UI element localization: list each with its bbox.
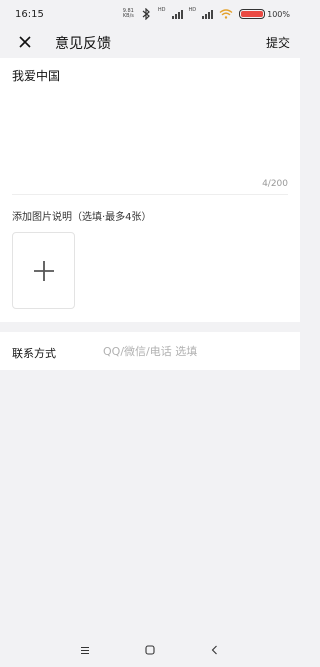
system-nav-bar [0,633,300,667]
signal-icon-1 [171,9,183,19]
home-button[interactable] [141,641,159,659]
square-icon [145,645,155,655]
bluetooth-icon [142,8,150,20]
add-image-button[interactable] [12,232,75,309]
status-time: 16:15 [15,8,44,20]
menu-button[interactable] [76,641,94,659]
wifi-icon [219,9,233,19]
status-bar: 16:15 9.81 KB/s HD HD 100% [0,0,300,28]
back-button[interactable] [206,641,224,659]
char-counter: 4/200 [262,179,288,189]
submit-button[interactable]: 提交 [266,34,290,51]
hd-label-2: HD [188,7,197,13]
contact-label: 联系方式 [12,347,56,360]
battery-icon [239,9,266,19]
page-title: 意见反馈 [55,36,111,52]
network-speed: 9.81 KB/s [122,8,134,19]
menu-icon [81,646,89,654]
back-icon [211,645,217,655]
close-icon [19,36,31,48]
plus-icon [33,260,54,281]
status-icons: 9.81 KB/s HD HD 100% [122,7,290,20]
battery-percent: 100% [267,9,290,19]
close-button[interactable] [14,31,36,53]
contact-row: 联系方式 [0,332,300,370]
feedback-textarea[interactable]: 我爱中国 [12,67,60,84]
divider [12,194,288,195]
hd-label-1: HD [157,7,166,13]
header: 意见反馈 提交 [0,28,300,56]
image-section-label: 添加图片说明（选填·最多4张） [12,212,152,223]
feedback-card: 我爱中国 4/200 添加图片说明（选填·最多4张） [0,58,300,322]
contact-input[interactable] [103,341,288,361]
signal-icon-2 [202,9,214,19]
battery: 100% [239,9,290,19]
